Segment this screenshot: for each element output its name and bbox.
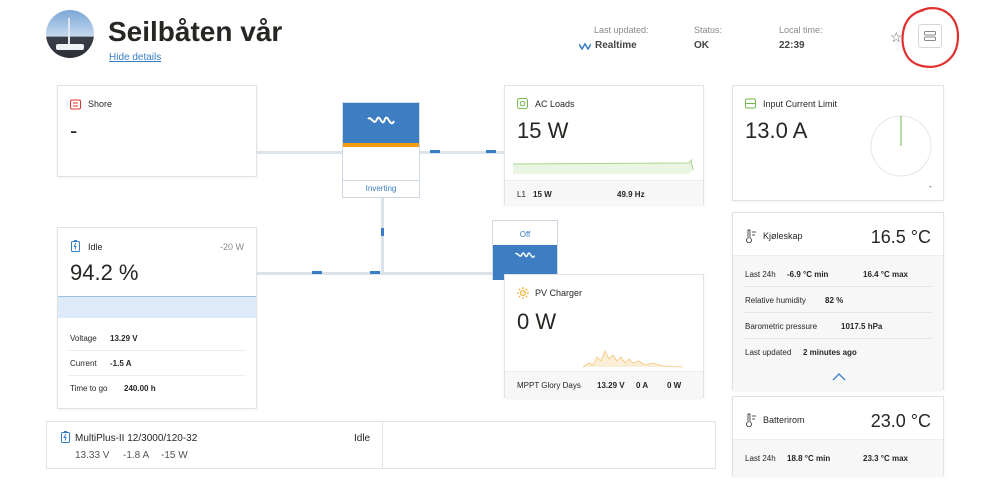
battery-state: Idle — [88, 242, 103, 252]
fridge-pressure: 1017.5 hPa — [841, 322, 883, 331]
battery-ttg-label: Time to go — [70, 384, 108, 393]
pv-charger-title: PV Charger — [535, 288, 583, 298]
ac-l1-power: 15 W — [533, 190, 552, 199]
multiplus-voltage: 13.33 V — [75, 450, 110, 461]
local-time-label: Local time: — [779, 25, 823, 35]
victron-logo-small-icon — [514, 252, 536, 258]
fridge-pressure-label: Barometric pressure — [745, 322, 818, 331]
shore-title: Shore — [88, 99, 113, 109]
multiplus-row[interactable]: MultiPlus-II 12/3000/120-32 Idle 13.33 V… — [46, 421, 716, 469]
fridge-humidity-label: Relative humidity — [745, 296, 806, 305]
multiplus-state: Idle — [354, 433, 371, 444]
battery-voltage-label: Voltage — [70, 334, 97, 343]
mppt-power: 0 W — [667, 381, 682, 390]
status-value: OK — [694, 40, 709, 51]
fridge-updated-label: Last updated — [745, 348, 792, 357]
fridge-max: 16.4 °C max — [863, 270, 909, 279]
multiplus-name: MultiPlus-II 12/3000/120-32 — [75, 433, 198, 444]
input-limit-value: 13.0 A — [745, 118, 808, 143]
last-updated-value: Realtime — [595, 40, 637, 51]
ac-loads-icon — [517, 98, 528, 109]
mppt-name: MPPT Glory Days — [517, 381, 581, 390]
fridge-humidity: 82 % — [825, 296, 844, 305]
battery-card[interactable]: Idle -20 W 94.2 % Voltage 13.29 V Curren… — [57, 227, 257, 409]
fridge-temp: 16.5 °C — [870, 227, 931, 247]
mppt-current: 0 A — [636, 381, 649, 390]
ac-loads-card[interactable]: AC Loads 15 W L1 15 W 49.9 Hz — [504, 85, 704, 205]
input-limit-gauge — [870, 115, 932, 177]
battery-soc-fill — [58, 296, 256, 318]
fridge-updated: 2 minutes ago — [803, 348, 857, 357]
battery-current-label: Current — [70, 359, 97, 368]
pv-charger-value: 0 W — [517, 309, 557, 334]
fridge-last24-label: Last 24h — [745, 270, 776, 279]
ac-loads-graph — [513, 158, 694, 174]
fridge-temp-card[interactable]: Kjøleskap 16.5 °C Last 24h -6.9 °C min 1… — [732, 212, 944, 390]
red-circle-annotation — [901, 7, 960, 68]
realtime-wave-icon — [579, 42, 591, 50]
inverter-tile[interactable]: Inverting — [342, 102, 420, 198]
thermometer-icon — [746, 413, 756, 427]
battery-room-temp: 23.0 °C — [870, 411, 931, 431]
battery-room-max: 23.3 °C max — [863, 454, 909, 463]
realtime-status: Realtime — [579, 40, 637, 51]
pv-switch-state: Off — [519, 230, 531, 239]
multiplus-battery-icon — [61, 431, 70, 443]
status-label: Status: — [694, 25, 723, 35]
pv-charger-card[interactable]: PV Charger 0 W MPPT Glory Days 13.29 V 0… — [504, 274, 704, 398]
avatar — [46, 10, 94, 58]
battery-room-last24-label: Last 24h — [745, 454, 776, 463]
ac-loads-title: AC Loads — [535, 99, 575, 109]
victron-logo-icon — [367, 116, 395, 125]
input-limit-dash: - — [929, 182, 932, 191]
fridge-title: Kjøleskap — [763, 231, 803, 241]
battery-room-temp-card[interactable]: Batterirom 23.0 °C Last 24h 18.8 °C min … — [732, 396, 944, 476]
multiplus-current: -1.8 A — [123, 450, 150, 461]
battery-room-title: Batterirom — [763, 415, 805, 425]
inverter-state: Inverting — [343, 180, 419, 193]
battery-power: -20 W — [219, 242, 244, 252]
ac-frequency: 49.9 Hz — [617, 190, 645, 199]
collapse-chevron-icon[interactable] — [832, 373, 846, 381]
battery-room-min: 18.8 °C min — [787, 454, 831, 463]
fridge-min: -6.9 °C min — [787, 270, 829, 279]
thermometer-icon — [746, 229, 756, 243]
mppt-voltage: 13.29 V — [597, 381, 625, 390]
battery-icon — [71, 240, 80, 252]
pv-charger-graph — [513, 350, 697, 368]
page-title: Seilbåten vår — [108, 16, 283, 47]
input-limit-icon — [745, 98, 756, 109]
input-limit-title: Input Current Limit — [763, 99, 838, 109]
ac-loads-value: 15 W — [517, 118, 569, 143]
battery-current: -1.5 A — [110, 359, 132, 368]
battery-voltage: 13.29 V — [110, 334, 138, 343]
shore-value: - — [70, 118, 78, 143]
shore-card[interactable]: Shore - — [57, 85, 257, 177]
sun-icon — [517, 287, 529, 299]
battery-ttg: 240.00 h — [124, 384, 156, 393]
pv-switch-tile[interactable]: Off — [492, 220, 558, 280]
hide-details-link[interactable]: Hide details — [109, 52, 161, 63]
battery-soc: 94.2 % — [70, 260, 139, 285]
multiplus-power: -15 W — [161, 450, 188, 461]
ac-l1-label: L1 — [517, 190, 526, 199]
local-time-value: 22:39 — [779, 40, 805, 51]
input-current-limit-card[interactable]: Input Current Limit 13.0 A - — [732, 85, 944, 201]
shore-plug-icon — [70, 99, 81, 110]
last-updated-label: Last updated: — [594, 25, 649, 35]
